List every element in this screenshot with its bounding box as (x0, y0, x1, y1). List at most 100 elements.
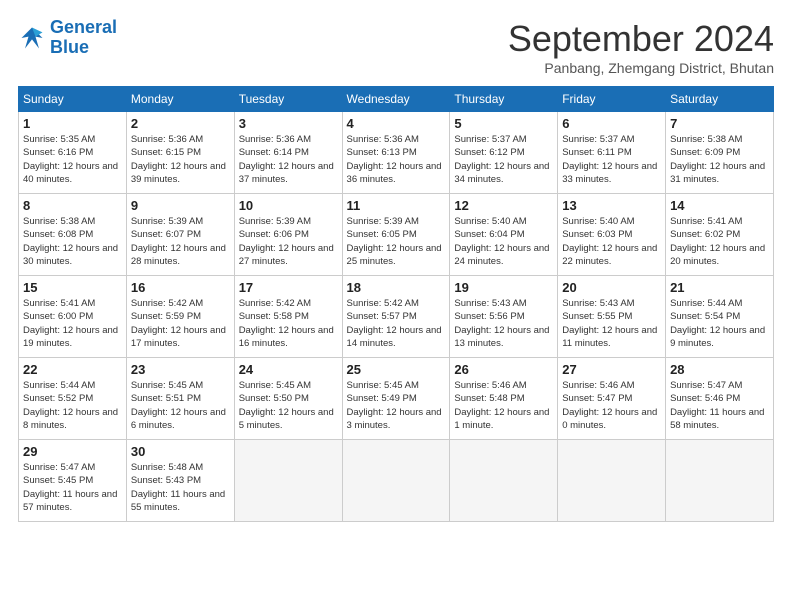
day-number: 8 (23, 198, 122, 213)
page: General Blue September 2024 Panbang, Zhe… (0, 0, 792, 532)
table-row: 18 Sunrise: 5:42 AMSunset: 5:57 PMDaylig… (342, 276, 450, 358)
day-number: 13 (562, 198, 661, 213)
day-info: Sunrise: 5:39 AMSunset: 6:05 PMDaylight:… (347, 215, 446, 268)
table-row: 14 Sunrise: 5:41 AMSunset: 6:02 PMDaylig… (666, 194, 774, 276)
col-wednesday: Wednesday (342, 87, 450, 112)
table-row: 28 Sunrise: 5:47 AMSunset: 5:46 PMDaylig… (666, 358, 774, 440)
day-number: 19 (454, 280, 553, 295)
day-number: 1 (23, 116, 122, 131)
logo: General Blue (18, 18, 117, 58)
day-number: 27 (562, 362, 661, 377)
day-number: 26 (454, 362, 553, 377)
day-info: Sunrise: 5:46 AMSunset: 5:48 PMDaylight:… (454, 379, 553, 432)
day-number: 22 (23, 362, 122, 377)
day-number: 7 (670, 116, 769, 131)
day-number: 3 (239, 116, 338, 131)
day-number: 24 (239, 362, 338, 377)
day-info: Sunrise: 5:41 AMSunset: 6:00 PMDaylight:… (23, 297, 122, 350)
table-row: 7 Sunrise: 5:38 AMSunset: 6:09 PMDayligh… (666, 112, 774, 194)
table-row: 17 Sunrise: 5:42 AMSunset: 5:58 PMDaylig… (234, 276, 342, 358)
table-row: 27 Sunrise: 5:46 AMSunset: 5:47 PMDaylig… (558, 358, 666, 440)
day-info: Sunrise: 5:42 AMSunset: 5:58 PMDaylight:… (239, 297, 338, 350)
day-info: Sunrise: 5:43 AMSunset: 5:55 PMDaylight:… (562, 297, 661, 350)
day-info: Sunrise: 5:47 AMSunset: 5:46 PMDaylight:… (670, 379, 769, 432)
table-row: 6 Sunrise: 5:37 AMSunset: 6:11 PMDayligh… (558, 112, 666, 194)
day-info: Sunrise: 5:36 AMSunset: 6:14 PMDaylight:… (239, 133, 338, 186)
day-number: 5 (454, 116, 553, 131)
day-number: 4 (347, 116, 446, 131)
day-number: 23 (131, 362, 230, 377)
table-row: 13 Sunrise: 5:40 AMSunset: 6:03 PMDaylig… (558, 194, 666, 276)
day-info: Sunrise: 5:37 AMSunset: 6:11 PMDaylight:… (562, 133, 661, 186)
day-number: 30 (131, 444, 230, 459)
table-row: 1 Sunrise: 5:35 AMSunset: 6:16 PMDayligh… (19, 112, 127, 194)
calendar-week-row: 22 Sunrise: 5:44 AMSunset: 5:52 PMDaylig… (19, 358, 774, 440)
table-row: 5 Sunrise: 5:37 AMSunset: 6:12 PMDayligh… (450, 112, 558, 194)
table-row: 23 Sunrise: 5:45 AMSunset: 5:51 PMDaylig… (126, 358, 234, 440)
day-info: Sunrise: 5:35 AMSunset: 6:16 PMDaylight:… (23, 133, 122, 186)
day-number: 25 (347, 362, 446, 377)
calendar-week-row: 15 Sunrise: 5:41 AMSunset: 6:00 PMDaylig… (19, 276, 774, 358)
table-row: 3 Sunrise: 5:36 AMSunset: 6:14 PMDayligh… (234, 112, 342, 194)
table-row: 4 Sunrise: 5:36 AMSunset: 6:13 PMDayligh… (342, 112, 450, 194)
day-number: 6 (562, 116, 661, 131)
table-row: 9 Sunrise: 5:39 AMSunset: 6:07 PMDayligh… (126, 194, 234, 276)
day-number: 17 (239, 280, 338, 295)
table-row: 12 Sunrise: 5:40 AMSunset: 6:04 PMDaylig… (450, 194, 558, 276)
day-info: Sunrise: 5:45 AMSunset: 5:50 PMDaylight:… (239, 379, 338, 432)
day-number: 16 (131, 280, 230, 295)
table-row: 2 Sunrise: 5:36 AMSunset: 6:15 PMDayligh… (126, 112, 234, 194)
day-info: Sunrise: 5:36 AMSunset: 6:13 PMDaylight:… (347, 133, 446, 186)
table-row (234, 440, 342, 522)
table-row: 25 Sunrise: 5:45 AMSunset: 5:49 PMDaylig… (342, 358, 450, 440)
day-info: Sunrise: 5:36 AMSunset: 6:15 PMDaylight:… (131, 133, 230, 186)
day-number: 29 (23, 444, 122, 459)
day-number: 10 (239, 198, 338, 213)
table-row (666, 440, 774, 522)
col-friday: Friday (558, 87, 666, 112)
calendar-week-row: 1 Sunrise: 5:35 AMSunset: 6:16 PMDayligh… (19, 112, 774, 194)
day-info: Sunrise: 5:48 AMSunset: 5:43 PMDaylight:… (131, 461, 230, 514)
table-row: 16 Sunrise: 5:42 AMSunset: 5:59 PMDaylig… (126, 276, 234, 358)
table-row: 29 Sunrise: 5:47 AMSunset: 5:45 PMDaylig… (19, 440, 127, 522)
table-row (558, 440, 666, 522)
logo-text: General Blue (50, 18, 117, 58)
day-info: Sunrise: 5:43 AMSunset: 5:56 PMDaylight:… (454, 297, 553, 350)
day-info: Sunrise: 5:44 AMSunset: 5:54 PMDaylight:… (670, 297, 769, 350)
col-sunday: Sunday (19, 87, 127, 112)
table-row (450, 440, 558, 522)
table-row: 15 Sunrise: 5:41 AMSunset: 6:00 PMDaylig… (19, 276, 127, 358)
col-thursday: Thursday (450, 87, 558, 112)
day-number: 14 (670, 198, 769, 213)
table-row: 22 Sunrise: 5:44 AMSunset: 5:52 PMDaylig… (19, 358, 127, 440)
calendar-table: Sunday Monday Tuesday Wednesday Thursday… (18, 86, 774, 522)
day-info: Sunrise: 5:46 AMSunset: 5:47 PMDaylight:… (562, 379, 661, 432)
day-info: Sunrise: 5:47 AMSunset: 5:45 PMDaylight:… (23, 461, 122, 514)
day-number: 2 (131, 116, 230, 131)
table-row: 24 Sunrise: 5:45 AMSunset: 5:50 PMDaylig… (234, 358, 342, 440)
day-info: Sunrise: 5:40 AMSunset: 6:03 PMDaylight:… (562, 215, 661, 268)
month-title: September 2024 (508, 18, 774, 60)
day-info: Sunrise: 5:45 AMSunset: 5:49 PMDaylight:… (347, 379, 446, 432)
col-saturday: Saturday (666, 87, 774, 112)
day-number: 18 (347, 280, 446, 295)
day-info: Sunrise: 5:41 AMSunset: 6:02 PMDaylight:… (670, 215, 769, 268)
table-row: 11 Sunrise: 5:39 AMSunset: 6:05 PMDaylig… (342, 194, 450, 276)
day-info: Sunrise: 5:42 AMSunset: 5:57 PMDaylight:… (347, 297, 446, 350)
day-number: 12 (454, 198, 553, 213)
calendar-week-row: 8 Sunrise: 5:38 AMSunset: 6:08 PMDayligh… (19, 194, 774, 276)
table-row: 20 Sunrise: 5:43 AMSunset: 5:55 PMDaylig… (558, 276, 666, 358)
table-row: 30 Sunrise: 5:48 AMSunset: 5:43 PMDaylig… (126, 440, 234, 522)
day-info: Sunrise: 5:44 AMSunset: 5:52 PMDaylight:… (23, 379, 122, 432)
day-info: Sunrise: 5:42 AMSunset: 5:59 PMDaylight:… (131, 297, 230, 350)
col-monday: Monday (126, 87, 234, 112)
calendar-week-row: 29 Sunrise: 5:47 AMSunset: 5:45 PMDaylig… (19, 440, 774, 522)
table-row: 26 Sunrise: 5:46 AMSunset: 5:48 PMDaylig… (450, 358, 558, 440)
day-info: Sunrise: 5:39 AMSunset: 6:07 PMDaylight:… (131, 215, 230, 268)
calendar-header-row: Sunday Monday Tuesday Wednesday Thursday… (19, 87, 774, 112)
day-number: 11 (347, 198, 446, 213)
day-number: 9 (131, 198, 230, 213)
title-block: September 2024 Panbang, Zhemgang Distric… (508, 18, 774, 76)
location-subtitle: Panbang, Zhemgang District, Bhutan (508, 60, 774, 76)
col-tuesday: Tuesday (234, 87, 342, 112)
